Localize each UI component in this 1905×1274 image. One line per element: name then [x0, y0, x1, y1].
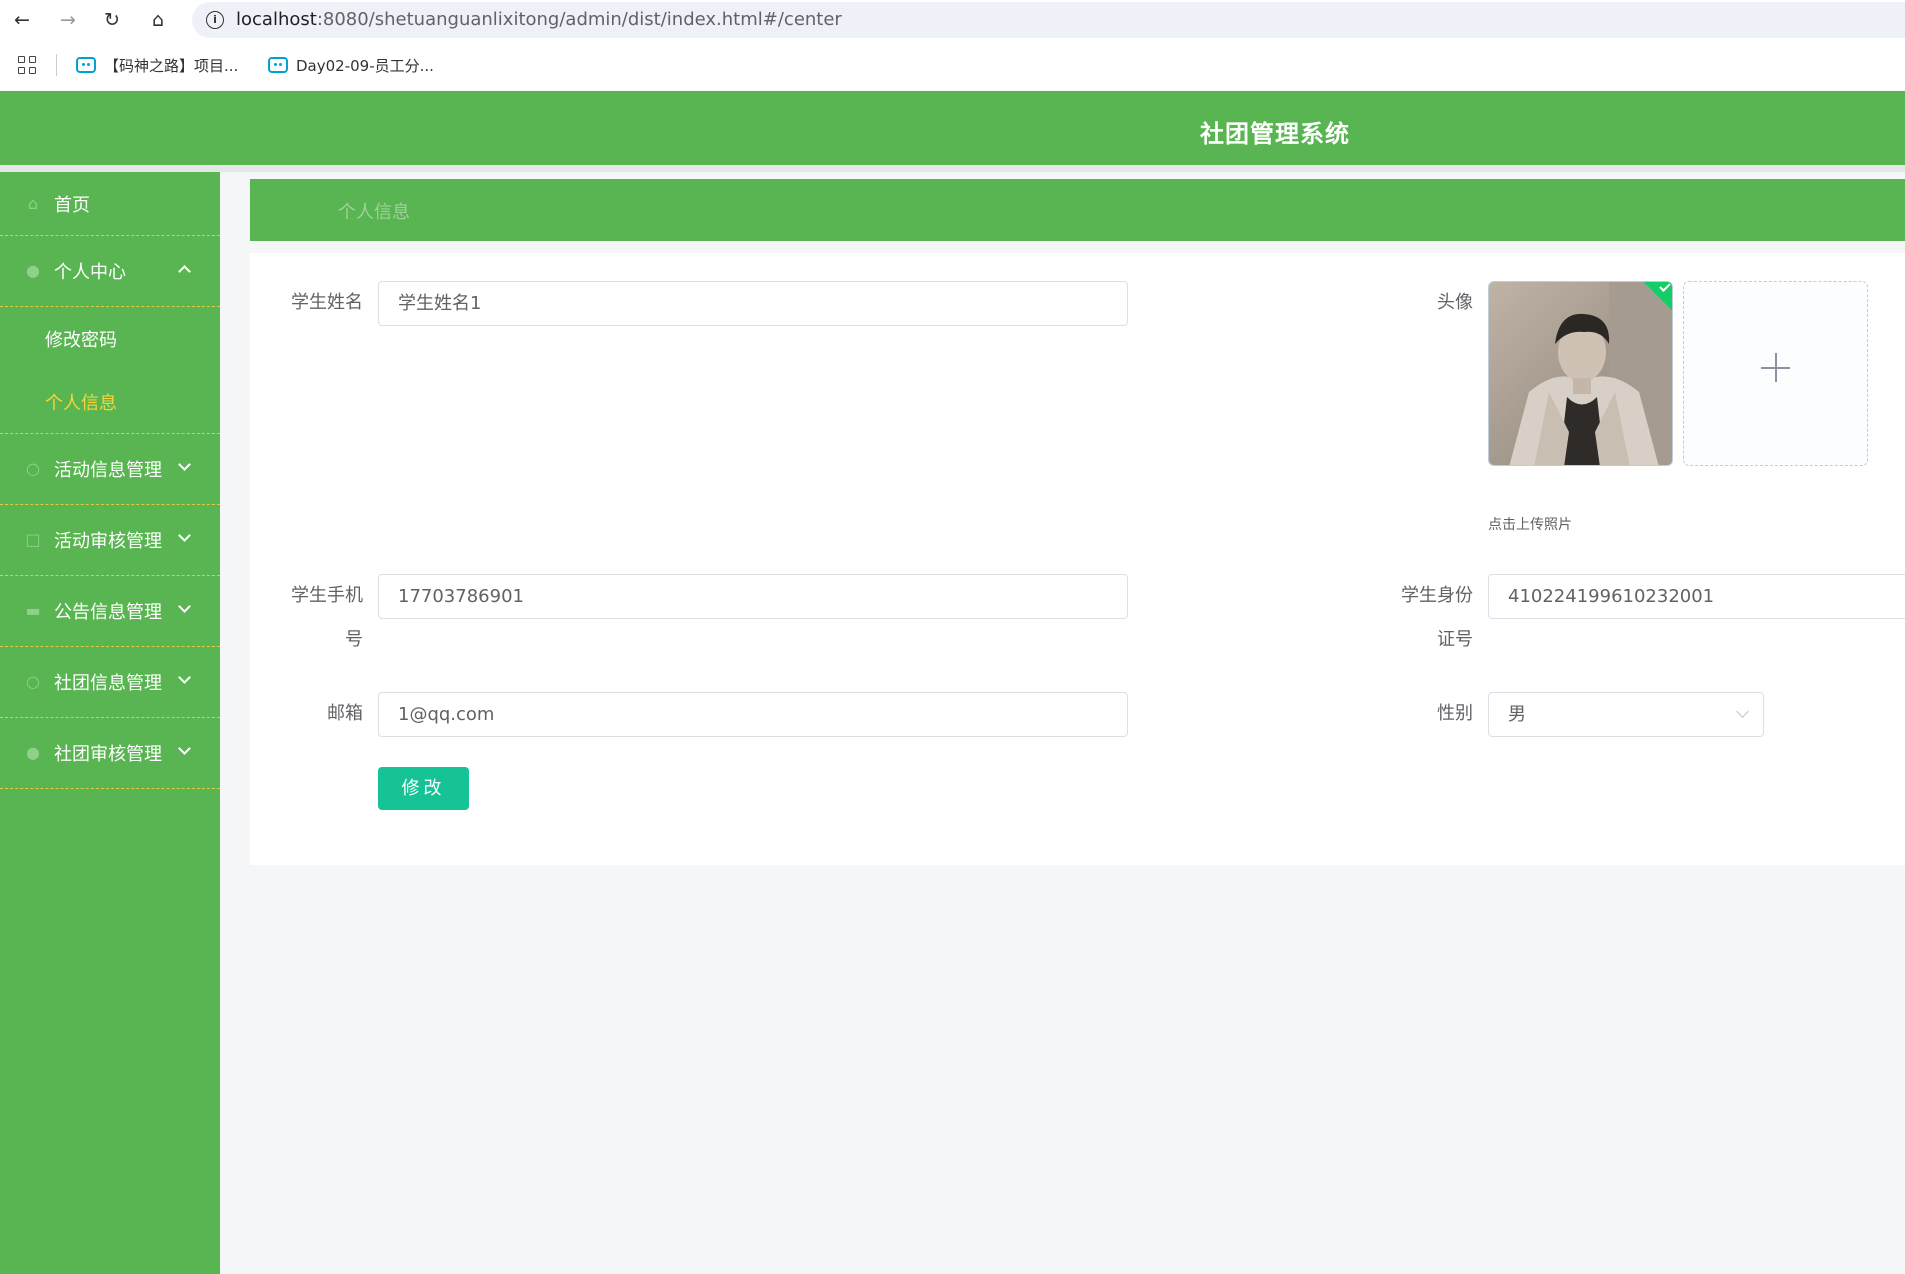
- app-header: 社团管理系统: [0, 91, 1905, 165]
- sidebar-item-change-password[interactable]: 修改密码: [0, 307, 220, 370]
- upload-photo-button[interactable]: [1683, 281, 1868, 466]
- name-input[interactable]: 学生姓名1: [378, 281, 1128, 326]
- gender-selected-value: 男: [1508, 704, 1526, 725]
- sidebar-item-label: 活动审核管理: [54, 531, 162, 552]
- bookmarks-bar: 【码神之路】项目... Day02-09-员工分...: [0, 40, 1905, 90]
- chevron-down-icon: [178, 600, 191, 613]
- sidebar-item-club-review[interactable]: ● 社团审核管理: [0, 718, 220, 789]
- sidebar-item-label: 个人中心: [54, 262, 126, 283]
- sidebar: ⌂ 首页 ● 个人中心 修改密码 个人信息 ○ 活动信息管理 □ 活动审核管理 …: [0, 172, 220, 1274]
- gender-label: 性别: [1437, 703, 1473, 724]
- home-icon: ⌂: [27, 193, 39, 213]
- sidebar-item-activity-info[interactable]: ○ 活动信息管理: [0, 434, 220, 505]
- phone-label: 学生手机: [291, 585, 363, 606]
- name-label: 学生姓名: [291, 292, 363, 313]
- phone-input[interactable]: 17703786901: [378, 574, 1128, 619]
- sidebar-item-label: 社团信息管理: [54, 673, 162, 694]
- sidebar-item-label: 修改密码: [45, 329, 117, 351]
- sidebar-item-label: 社团审核管理: [54, 744, 162, 765]
- forward-arrow-icon[interactable]: →: [54, 6, 82, 34]
- sidebar-item-notice-info[interactable]: ▬ 公告信息管理: [0, 576, 220, 647]
- apps-grid-icon[interactable]: [18, 56, 36, 74]
- browser-toolbar: ← → ↻ ⌂ i localhost:8080/shetuanguanlixi…: [0, 0, 1905, 40]
- email-input[interactable]: 1@qq.com: [378, 692, 1128, 737]
- sidebar-item-activity-review[interactable]: □ 活动审核管理: [0, 505, 220, 576]
- url-path: :8080/shetuanguanlixitong/admin/dist/ind…: [316, 9, 842, 30]
- location-icon: ●: [26, 743, 40, 762]
- avatar-image[interactable]: [1488, 281, 1673, 466]
- user-icon: ●: [26, 261, 40, 280]
- upload-tip: 点击上传照片: [1488, 517, 1572, 533]
- chevron-down-icon: [178, 671, 191, 684]
- bookmark-item[interactable]: Day02-09-员工分...: [268, 54, 434, 76]
- avatar-photo: [1489, 282, 1672, 465]
- modify-button[interactable]: 修改: [378, 767, 469, 810]
- breadcrumb: 个人信息: [250, 179, 1905, 241]
- app-title: 社团管理系统: [1200, 120, 1350, 148]
- chevron-down-icon: [178, 458, 191, 471]
- bookmarks-divider: [56, 54, 57, 76]
- bookmark-item[interactable]: 【码神之路】项目...: [76, 54, 238, 76]
- site-info-icon[interactable]: i: [206, 11, 224, 29]
- url-text: localhost:8080/shetuanguanlixitong/admin…: [236, 9, 842, 30]
- bilibili-icon: [268, 57, 288, 73]
- sidebar-item-label: 公告信息管理: [54, 602, 162, 623]
- activity-icon: ○: [26, 459, 40, 478]
- idcard-input[interactable]: 410224199610232001: [1488, 574, 1905, 619]
- idcard-label: 学生身份: [1401, 585, 1473, 606]
- sidebar-item-personal-info[interactable]: 个人信息: [0, 370, 220, 433]
- email-label: 邮箱: [327, 703, 363, 724]
- address-bar[interactable]: i localhost:8080/shetuanguanlixitong/adm…: [192, 2, 1905, 38]
- sidebar-item-label: 首页: [54, 194, 90, 216]
- url-host: localhost: [236, 9, 317, 30]
- home-icon[interactable]: ⌂: [144, 6, 172, 34]
- bilibili-icon: [76, 57, 96, 73]
- breadcrumb-current: 个人信息: [338, 202, 410, 223]
- bookmark-label: Day02-09-员工分...: [296, 56, 434, 75]
- sidebar-item-club-info[interactable]: ○ 社团信息管理: [0, 647, 220, 718]
- chevron-down-icon: [178, 742, 191, 755]
- review-icon: □: [25, 530, 41, 549]
- sidebar-item-personal-center[interactable]: ● 个人中心: [0, 236, 220, 307]
- sidebar-item-label: 活动信息管理: [54, 460, 162, 481]
- notice-icon: ▬: [25, 601, 41, 620]
- chevron-up-icon: [178, 265, 191, 278]
- sidebar-item-label: 个人信息: [45, 392, 117, 414]
- club-icon: ○: [26, 672, 40, 691]
- idcard-label-cont: 证号: [1437, 629, 1473, 650]
- phone-label-cont: 号: [345, 629, 363, 650]
- chevron-down-icon: [178, 529, 191, 542]
- sidebar-item-home[interactable]: ⌂ 首页: [0, 172, 220, 236]
- header-divider: [0, 165, 1905, 172]
- reload-icon[interactable]: ↻: [98, 6, 126, 34]
- back-arrow-icon[interactable]: ←: [8, 6, 36, 34]
- bookmark-label: 【码神之路】项目...: [104, 56, 239, 75]
- gender-select[interactable]: 男: [1488, 692, 1764, 737]
- chevron-down-icon: [1736, 705, 1749, 718]
- avatar-label: 头像: [1437, 292, 1473, 313]
- personal-center-submenu: 修改密码 个人信息: [0, 307, 220, 434]
